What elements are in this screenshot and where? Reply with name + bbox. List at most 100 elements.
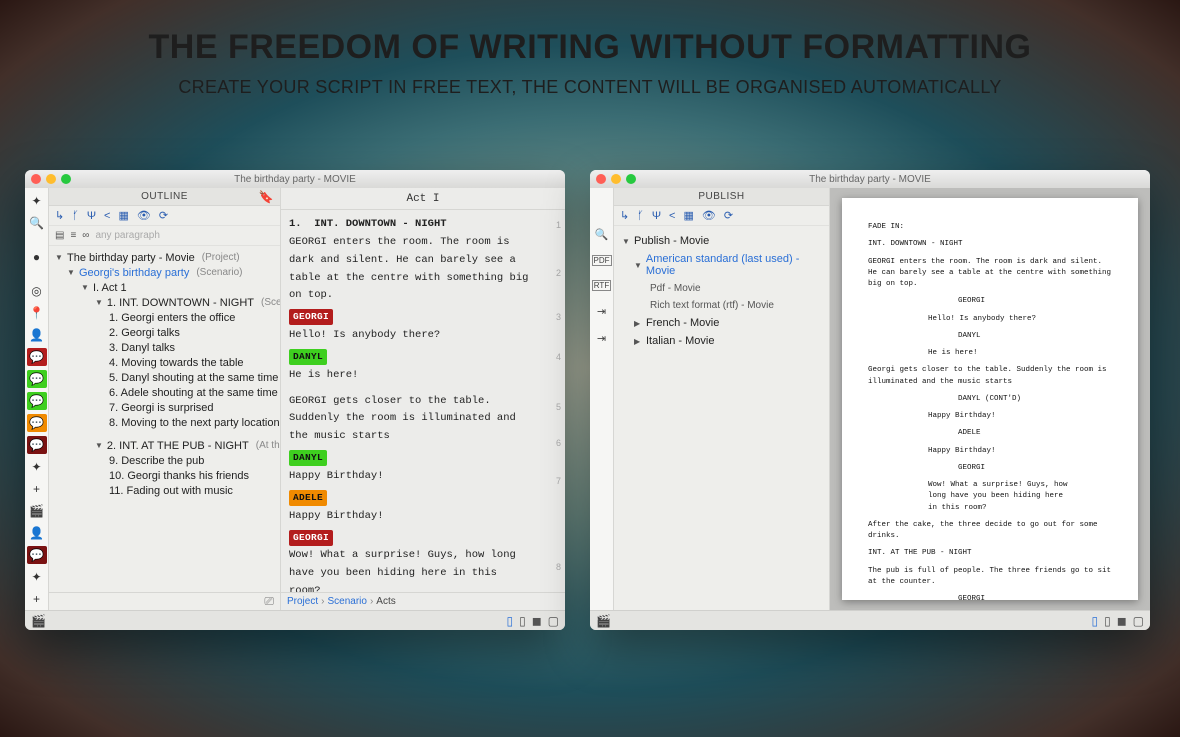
titlebar[interactable]: The birthday party - MOVIE xyxy=(590,170,1150,188)
outline-tree: ▼The birthday party - Movie(Project) ▼Ge… xyxy=(49,246,280,592)
search-icon[interactable]: 🔍 xyxy=(595,228,609,241)
outline-filter: ▤ ≡ ∞ any paragraph xyxy=(49,226,280,246)
tree-beat[interactable]: 9. Describe the pub xyxy=(49,453,280,468)
statusbar: 🎬 ▯ ▯ ◼ ▢ xyxy=(590,610,1150,630)
close-icon[interactable] xyxy=(596,174,606,184)
zoom-icon[interactable] xyxy=(61,174,71,184)
tree-project[interactable]: ▼The birthday party - Movie(Project) xyxy=(49,250,280,265)
person-icon[interactable]: 👤 xyxy=(27,326,47,344)
runner2-icon[interactable]: ✦ xyxy=(27,458,47,476)
layout3-icon[interactable]: ◼ xyxy=(532,614,542,628)
person2-icon[interactable]: 👤 xyxy=(27,524,47,542)
branch-icon[interactable]: ᚶ xyxy=(637,210,644,222)
refresh-icon[interactable]: ⟳ xyxy=(724,209,733,222)
branch-icon[interactable]: ᚶ xyxy=(72,210,79,222)
search-icon[interactable]: 🔍 xyxy=(27,214,47,232)
layout2-icon[interactable]: ▯ xyxy=(1104,614,1111,628)
publish-title: PUBLISH xyxy=(614,188,829,206)
grid-icon[interactable]: ▦ xyxy=(683,209,693,222)
tree-scene2[interactable]: ▼2. INT. AT THE PUB - NIGHT(At the pub) xyxy=(49,438,280,453)
pin-icon[interactable]: 📍 xyxy=(27,304,47,322)
share-icon[interactable]: < xyxy=(669,210,675,222)
pdf-icon[interactable]: PDF xyxy=(592,255,612,266)
tree-beat[interactable]: 3. Danyl talks xyxy=(49,340,280,355)
dialog-green-icon[interactable]: 💬 xyxy=(27,370,47,388)
add-icon[interactable]: + xyxy=(27,480,47,498)
tree-beat[interactable]: 4. Moving towards the table xyxy=(49,355,280,370)
hero: THE FREEDOM OF WRITING WITHOUT FORMATTIN… xyxy=(0,0,1180,60)
tree-act1[interactable]: ▼I. Act 1 xyxy=(49,280,280,295)
script-page: FADE IN: INT. DOWNTOWN - NIGHT GEORGI en… xyxy=(842,198,1138,600)
layout1-icon[interactable]: ▯ xyxy=(1091,614,1098,628)
tree-beat[interactable]: 6. Adele shouting at the same time xyxy=(49,385,280,400)
layout1-icon[interactable]: ▯ xyxy=(506,614,513,628)
script-editor[interactable]: 1. INT. DOWNTOWN - NIGHT1 GEORGI enters … xyxy=(281,210,565,592)
dialog-red-icon[interactable]: 💬 xyxy=(27,348,47,366)
publish-american[interactable]: ▼American standard (last used) - Movie xyxy=(614,250,829,280)
minimize-icon[interactable] xyxy=(46,174,56,184)
export-icon[interactable]: ⇥ xyxy=(597,305,606,318)
tree-icon[interactable]: ↳ xyxy=(620,209,629,222)
minimize-icon[interactable] xyxy=(611,174,621,184)
breadcrumb[interactable]: Project› Scenario› Acts xyxy=(281,592,565,610)
target-icon[interactable]: ◎ xyxy=(27,282,47,300)
tree-beat[interactable]: 8. Moving to the next party location xyxy=(49,415,280,430)
tree-beat[interactable]: 1. Georgi enters the office xyxy=(49,310,280,325)
layout4-icon[interactable]: ▢ xyxy=(1133,614,1144,628)
tree-beat[interactable]: 2. Georgi talks xyxy=(49,325,280,340)
close-icon[interactable] xyxy=(31,174,41,184)
lines-icon[interactable]: ≡ xyxy=(70,230,76,241)
statusbar: 🎬 ▯ ▯ ◼ ▢ xyxy=(25,610,565,630)
dialog-green2-icon[interactable]: 💬 xyxy=(27,392,47,410)
publish-pdf[interactable]: Pdf - Movie xyxy=(614,280,829,297)
dialog-orange-icon[interactable]: 💬 xyxy=(27,414,47,432)
rtf-icon[interactable]: RTF xyxy=(592,280,611,291)
publish-rail: 🔍 PDF RTF ⇥ ⇥ xyxy=(590,188,614,610)
dialog-darkred-icon[interactable]: 💬 xyxy=(27,436,47,454)
dot-icon[interactable]: ● xyxy=(27,248,47,266)
titlebar[interactable]: The birthday party - MOVIE xyxy=(25,170,565,188)
share-icon[interactable]: < xyxy=(104,210,110,222)
char-georgi: GEORGI xyxy=(289,309,333,325)
layout3-icon[interactable]: ◼ xyxy=(1117,614,1127,628)
runner3-icon[interactable]: ✦ xyxy=(27,568,47,586)
publish-rtf[interactable]: Rich text format (rtf) - Movie xyxy=(614,297,829,314)
filter-input[interactable]: any paragraph xyxy=(95,230,160,241)
tree-beat[interactable]: 10. Georgi thanks his friends xyxy=(49,468,280,483)
publish-french[interactable]: ▶French - Movie xyxy=(614,314,829,332)
link-icon[interactable]: ∞ xyxy=(82,230,89,241)
tree-beat[interactable]: 7. Georgi is surprised xyxy=(49,400,280,415)
tree-scene1[interactable]: ▼1. INT. DOWNTOWN - NIGHT(Scene 1) xyxy=(49,295,280,310)
window-title: The birthday party - MOVIE xyxy=(590,174,1150,185)
fork-icon[interactable]: Ψ xyxy=(87,210,96,222)
runner-icon[interactable]: ✦ xyxy=(27,192,47,210)
grid-icon[interactable]: ▦ xyxy=(118,209,128,222)
layout2-icon[interactable]: ▯ xyxy=(519,614,526,628)
zoom-icon[interactable] xyxy=(626,174,636,184)
tree-icon[interactable]: ↳ xyxy=(55,209,64,222)
clapper-icon[interactable]: 🎬 xyxy=(27,502,47,520)
outline-title: OUTLINE 🔖 xyxy=(49,188,280,206)
add2-icon[interactable]: + xyxy=(27,590,47,608)
dialog-text: He is here! xyxy=(289,367,557,385)
publish-root[interactable]: ▼Publish - Movie xyxy=(614,232,829,250)
dialog-text: Happy Birthday! xyxy=(289,468,557,486)
outline-title-label: OUTLINE xyxy=(141,191,188,202)
eye-icon[interactable]: 👁 xyxy=(702,209,716,222)
fork-icon[interactable]: Ψ xyxy=(652,210,661,222)
sliders-icon[interactable]: ⎚ xyxy=(264,594,274,609)
eye-icon[interactable]: 👁 xyxy=(137,209,151,222)
tree-scenario[interactable]: ▼Georgi's birthday party(Scenario) xyxy=(49,265,280,280)
layout4-icon[interactable]: ▢ xyxy=(548,614,559,628)
list-icon[interactable]: ▤ xyxy=(55,230,64,241)
clapper-icon[interactable]: 🎬 xyxy=(596,614,611,628)
export2-icon[interactable]: ⇥ xyxy=(597,332,606,345)
dialog-darkred2-icon[interactable]: 💬 xyxy=(27,546,47,564)
page-preview[interactable]: FADE IN: INT. DOWNTOWN - NIGHT GEORGI en… xyxy=(830,188,1150,610)
tree-beat[interactable]: 11. Fading out with music xyxy=(49,483,280,498)
clapper-icon[interactable]: 🎬 xyxy=(31,614,46,628)
refresh-icon[interactable]: ⟳ xyxy=(159,209,168,222)
tree-beat[interactable]: 5. Danyl shouting at the same time xyxy=(49,370,280,385)
publish-italian[interactable]: ▶Italian - Movie xyxy=(614,332,829,350)
bookmark-icon[interactable]: 🔖 xyxy=(259,190,274,204)
